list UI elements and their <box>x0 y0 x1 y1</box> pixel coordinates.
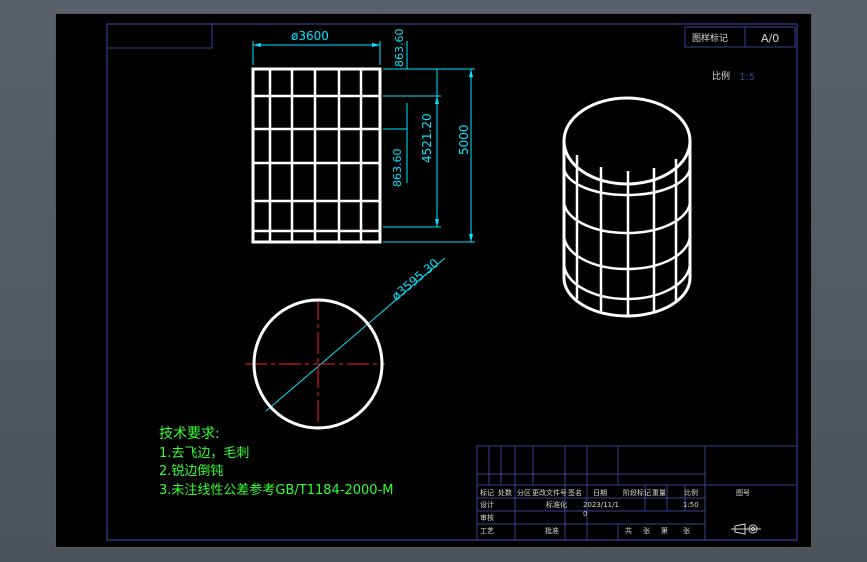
ratio-label: 比例 <box>712 70 730 82</box>
front-view <box>251 67 382 244</box>
sheet-cell-1: 张 <box>643 526 650 535</box>
note-line-1: 1.去飞边，毛刺 <box>159 446 249 461</box>
standardization-label: 标准化 <box>546 500 567 509</box>
isometric-view <box>562 96 692 318</box>
sheet-cell-0: 共 <box>625 526 632 535</box>
material-label: 图号 <box>736 489 750 497</box>
process-label: 工艺 <box>480 527 494 535</box>
hdr-cell-5: 日期 <box>593 489 607 497</box>
hdr-cell-3: 更改文件号 <box>532 488 567 497</box>
design-date: 2023/11/1 <box>583 501 619 509</box>
code-box <box>106 23 213 49</box>
width-dimension: ø3600 <box>291 29 329 43</box>
hdr-cell-4: 签名 <box>568 488 582 497</box>
inner-frame <box>106 23 798 541</box>
sheet-cell-2: 第 <box>661 526 668 535</box>
hdr-cell-8: 比例 <box>684 488 698 497</box>
hdr-cell-2: 分区 <box>517 488 531 497</box>
cad-viewport[interactable]: 图样标记 A/0 比例 1:5 ø3600 863.60 4521.20 863… <box>0 0 867 562</box>
ratio-value: 1:5 <box>739 72 755 83</box>
technical-notes: 技术要求: 1.去飞边，毛刺 2.锐边倒钝 3.未注线性公差参考GB/T1184… <box>159 426 393 498</box>
diameter-dimension: ø3595.30 <box>389 256 442 303</box>
hdr-cell-7: 重量 <box>652 489 666 497</box>
middle-dimension: 4521.20 <box>420 113 434 163</box>
note-line-3: 3.未注线性公差参考GB/T1184-2000-M <box>159 482 393 498</box>
mid-gap-dimension: 863.60 <box>391 149 404 188</box>
scale-value: 1:50 <box>683 501 699 509</box>
review-label: 审核 <box>480 513 494 522</box>
drawing-mark-value: A/0 <box>761 32 779 45</box>
drawing-mark-label: 图样标记 <box>692 32 728 44</box>
approve-label: 批准 <box>545 526 559 535</box>
drawing-canvas: 图样标记 A/0 比例 1:5 ø3600 863.60 4521.20 863… <box>55 13 812 548</box>
design-mark: 0 <box>583 510 587 518</box>
top-view <box>245 298 385 431</box>
hdr-cell-6: 阶段标记 <box>623 488 651 497</box>
hdr-cell-1: 处数 <box>498 488 512 497</box>
hdr-cell-0: 标记 <box>480 488 494 497</box>
height-dimension: 5000 <box>457 124 471 155</box>
design-label: 设计 <box>480 500 494 509</box>
sheet-cell-3: 张 <box>683 526 690 535</box>
projection-symbol-icon <box>731 523 761 535</box>
dimension-arrows <box>253 43 473 242</box>
drawing-sheet[interactable]: 图样标记 A/0 比例 1:5 ø3600 863.60 4521.20 863… <box>55 13 812 548</box>
note-line-2: 2.锐边倒钝 <box>159 464 223 479</box>
top-gap-dimension: 863.60 <box>393 29 406 68</box>
notes-heading: 技术要求: <box>159 426 220 442</box>
